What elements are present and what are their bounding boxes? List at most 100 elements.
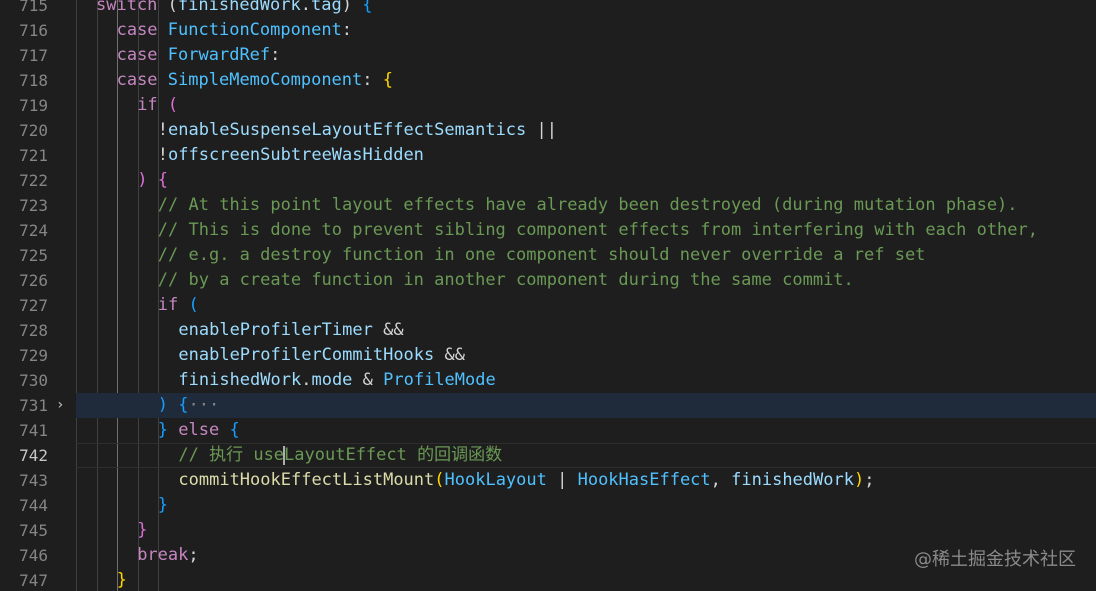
- watermark: @稀土掘金技术社区: [914, 549, 1076, 570]
- code-line[interactable]: 720 !enableSuspenseLayoutEffectSemantics …: [0, 118, 1096, 143]
- line-number: 720: [19, 121, 48, 140]
- code-token: LayoutEffect 的回调函数: [284, 445, 503, 465]
- code-text[interactable]: if (: [158, 293, 199, 318]
- code-editor[interactable]: 715 switch (finishedWork.tag) { 716 case Fu…: [0, 0, 1096, 591]
- code-line[interactable]: 726 // by a create function in another co…: [0, 268, 1096, 293]
- code-token: (: [188, 295, 199, 315]
- code-text[interactable]: // 执行 useLayoutEffect 的回调函数: [178, 443, 502, 468]
- code-text[interactable]: !enableSuspenseLayoutEffectSemantics ||: [158, 118, 557, 143]
- code-token: enableProfilerTimer: [178, 320, 373, 340]
- code-token: :: [270, 45, 281, 65]
- code-token: .: [300, 0, 311, 15]
- code-text[interactable]: !offscreenSubtreeWasHidden: [158, 143, 424, 168]
- code-text[interactable]: case SimpleMemoComponent: {: [117, 68, 393, 93]
- code-text[interactable]: enableProfilerCommitHooks &&: [178, 343, 465, 368]
- code-line[interactable]: 730 finishedWork.mode & ProfileMode: [0, 368, 1096, 393]
- code-token: }: [116, 570, 127, 590]
- code-text[interactable]: } else {: [158, 418, 240, 443]
- line-number: 727: [19, 296, 48, 315]
- line-number: 741: [19, 421, 48, 440]
- code-text[interactable]: commitHookEffectListMount(HookLayout | H…: [178, 468, 874, 493]
- code-line[interactable]: 719 if (: [0, 93, 1096, 118]
- code-token: ): [853, 470, 865, 490]
- code-token: ,: [710, 470, 732, 490]
- code-text[interactable]: // by a create function in another compo…: [158, 268, 854, 293]
- code-token: // At this point layout effects have alr…: [157, 195, 1018, 215]
- code-token: finishedWork: [178, 370, 302, 390]
- fold-chevron-icon[interactable]: ›: [56, 393, 70, 418]
- code-token: if: [137, 95, 158, 115]
- code-text[interactable]: break;: [137, 543, 198, 568]
- code-text[interactable]: enableProfilerTimer &&: [178, 318, 403, 343]
- code-token: mode: [311, 370, 353, 390]
- code-token: ProfileMode: [383, 370, 496, 390]
- line-number: 746: [19, 546, 48, 565]
- code-text[interactable]: if (: [137, 93, 178, 118]
- code-token: (: [434, 470, 445, 490]
- code-text[interactable]: // At this point layout effects have alr…: [158, 193, 1018, 218]
- code-text[interactable]: }: [158, 493, 168, 518]
- code-line[interactable]: 724 // This is done to prevent sibling co…: [0, 218, 1096, 243]
- code-token: &&: [372, 320, 404, 340]
- code-text[interactable]: ) {···: [158, 393, 219, 418]
- code-token: &: [352, 370, 384, 390]
- code-token: commitHookEffectListMount: [178, 470, 435, 490]
- code-token: }: [157, 420, 169, 440]
- code-text[interactable]: ) {: [137, 168, 168, 193]
- code-token: // by a create function in another compo…: [157, 270, 854, 290]
- code-token: offscreenSubtreeWasHidden: [168, 145, 424, 165]
- code-line[interactable]: 715 switch (finishedWork.tag) {: [0, 0, 1096, 18]
- line-number: 731: [19, 396, 48, 415]
- code-token: (: [167, 95, 179, 115]
- code-line[interactable]: 721 !offscreenSubtreeWasHidden: [0, 143, 1096, 168]
- code-text[interactable]: // e.g. a destroy function in one compon…: [158, 243, 926, 268]
- code-line[interactable]: 717 case ForwardRef:: [0, 43, 1096, 68]
- code-line[interactable]: 731 › ) {···: [0, 393, 1096, 418]
- code-line[interactable]: 716 case FunctionComponent:: [0, 18, 1096, 43]
- code-line[interactable]: 723 // At this point layout effects have …: [0, 193, 1096, 218]
- code-token: {: [229, 420, 240, 440]
- line-number: 717: [19, 46, 48, 65]
- code-text[interactable]: case FunctionComponent:: [117, 18, 352, 43]
- code-text[interactable]: }: [117, 568, 127, 591]
- code-text[interactable]: }: [137, 518, 147, 543]
- code-line[interactable]: 743 commitHookEffectListMount(HookLayout …: [0, 468, 1096, 493]
- code-line[interactable]: 725 // e.g. a destroy function in one com…: [0, 243, 1096, 268]
- code-token: {: [382, 70, 393, 90]
- line-number: 722: [19, 171, 48, 190]
- code-token: HookHasEffect: [577, 470, 711, 490]
- code-text[interactable]: switch (finishedWork.tag) {: [96, 0, 372, 18]
- code-line[interactable]: 744}: [0, 493, 1096, 518]
- line-number: 725: [19, 246, 48, 265]
- code-line[interactable]: 718 case SimpleMemoComponent: {: [0, 68, 1096, 93]
- line-highlight: [76, 393, 1096, 418]
- code-token: case: [116, 45, 158, 65]
- line-number: 723: [19, 196, 48, 215]
- code-text[interactable]: finishedWork.mode & ProfileMode: [178, 368, 495, 393]
- code-line[interactable]: 742 // 执行 useLayoutEffect 的回调函数: [0, 443, 1096, 468]
- code-line[interactable]: 727 if (: [0, 293, 1096, 318]
- code-line[interactable]: 745}: [0, 518, 1096, 543]
- code-token: switch: [96, 0, 158, 15]
- code-line[interactable]: 747}: [0, 568, 1096, 591]
- line-number: 716: [19, 21, 48, 40]
- code-token: :: [341, 20, 353, 40]
- code-token: :: [362, 70, 383, 90]
- code-line[interactable]: 728 enableProfilerTimer &&: [0, 318, 1096, 343]
- code-line[interactable]: 729 enableProfilerCommitHooks &&: [0, 343, 1096, 368]
- line-number: 729: [19, 346, 48, 365]
- line-number: 726: [19, 271, 48, 290]
- code-line[interactable]: 741 } else {: [0, 418, 1096, 443]
- code-text[interactable]: // This is done to prevent sibling compo…: [158, 218, 1038, 243]
- code-token: break: [137, 545, 189, 565]
- code-line[interactable]: 722 ) {: [0, 168, 1096, 193]
- line-number: 730: [19, 371, 48, 390]
- code-token: case: [116, 20, 158, 40]
- code-text[interactable]: case ForwardRef:: [117, 43, 281, 68]
- code-token: // This is done to prevent sibling compo…: [157, 220, 1038, 240]
